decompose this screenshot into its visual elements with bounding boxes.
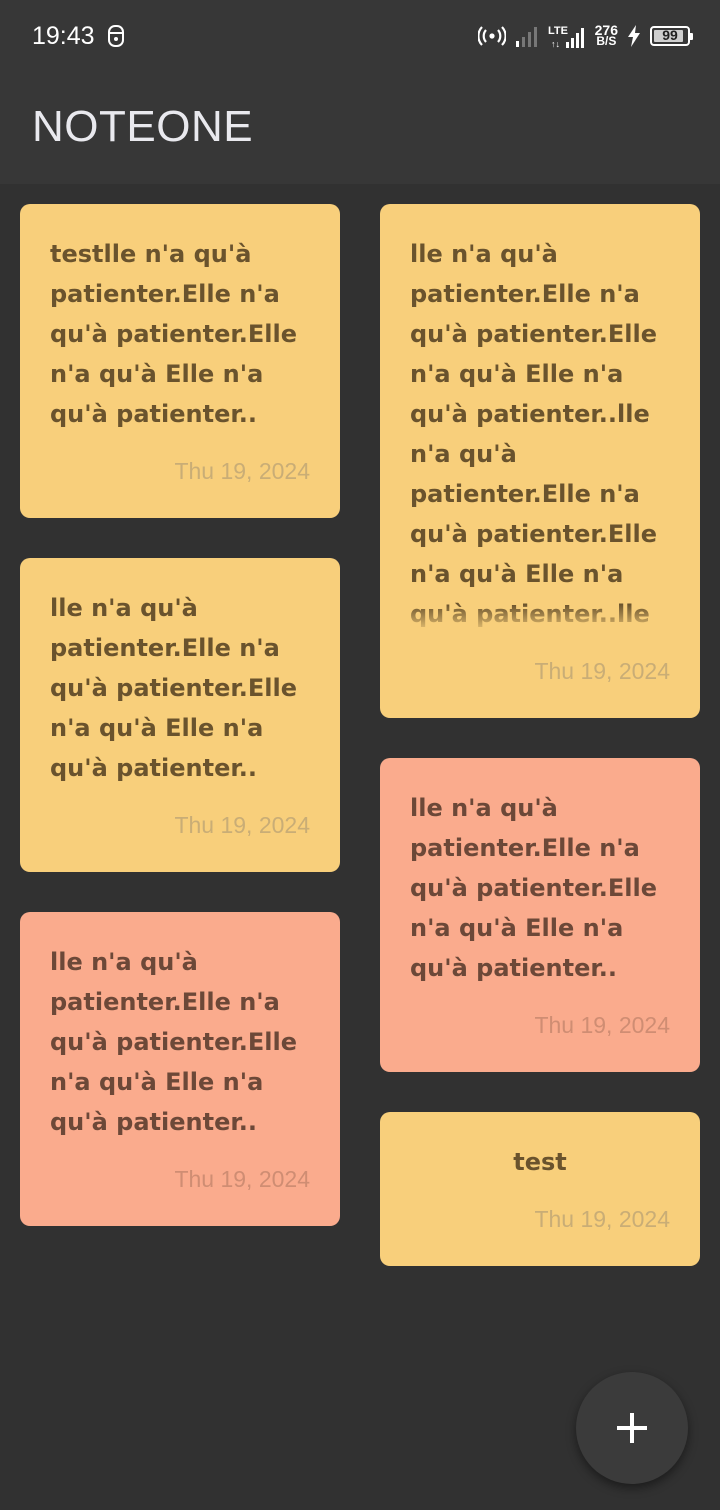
hotspot-icon — [477, 26, 506, 46]
app-title: NOTEONE — [32, 102, 254, 151]
note-text: testlle n'a qu'à patienter.Elle n'a qu'à… — [50, 240, 298, 428]
signal-icon — [515, 27, 537, 47]
battery-icon: 99 — [650, 26, 693, 46]
note-card[interactable]: lle n'a qu'à patienter.Elle n'a qu'à pat… — [20, 558, 340, 872]
note-text: lle n'a qu'à patienter.Elle n'a qu'à pat… — [50, 948, 298, 1136]
note-text: lle n'a qu'à patienter.Elle n'a qu'à pat… — [50, 594, 298, 782]
note-card[interactable]: test Thu 19, 2024 — [380, 1112, 700, 1266]
note-date: Thu 19, 2024 — [534, 1012, 670, 1038]
net-speed-unit: B/S — [596, 34, 617, 48]
note-card[interactable]: lle n'a qu'à patienter.Elle n'a qu'à pat… — [380, 204, 700, 718]
status-icons: LTE ↑↓ 276 B/S 99 — [477, 22, 693, 50]
app-bar: NOTEONE — [0, 72, 720, 184]
note-text: lle n'a qu'à patienter.Elle n'a qu'à pat… — [410, 794, 658, 982]
note-card[interactable]: lle n'a qu'à patienter.Elle n'a qu'à pat… — [380, 758, 700, 1072]
note-card[interactable]: testlle n'a qu'à patienter.Elle n'a qu'à… — [20, 204, 340, 518]
note-date: Thu 19, 2024 — [174, 1166, 310, 1192]
add-note-button[interactable] — [576, 1372, 688, 1484]
lte-signal-icon: LTE ↑↓ — [548, 25, 584, 48]
note-text: lle n'a qu'à patienter.Elle n'a qu'à pat… — [410, 240, 658, 628]
note-date: Thu 19, 2024 — [174, 812, 310, 838]
note-card[interactable]: lle n'a qu'à patienter.Elle n'a qu'à pat… — [20, 912, 340, 1226]
battery-percent: 99 — [662, 27, 678, 43]
charging-icon — [628, 25, 640, 47]
note-date: Thu 19, 2024 — [174, 458, 310, 484]
net-speed: 276 B/S — [595, 23, 618, 48]
svg-text:LTE: LTE — [548, 25, 568, 37]
notification-icon — [108, 25, 124, 47]
note-text: test — [513, 1148, 567, 1176]
status-time: 19:43 — [32, 22, 95, 50]
svg-text:↑↓: ↑↓ — [551, 39, 560, 48]
note-date: Thu 19, 2024 — [534, 658, 670, 684]
status-bar: 19:43 LTE ↑↓ 276 B/S 99 — [0, 0, 720, 72]
text-fade — [380, 604, 700, 634]
note-date: Thu 19, 2024 — [534, 1206, 670, 1232]
